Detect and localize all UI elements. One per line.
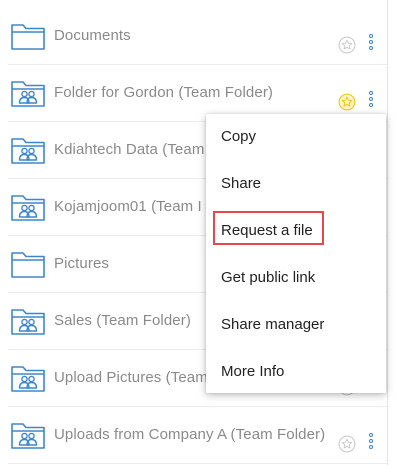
context-menu: Copy Share Request a file Get public lin… <box>206 114 386 393</box>
menu-item-label: Share <box>221 175 262 192</box>
star-icon[interactable] <box>338 36 356 54</box>
star-filled-icon[interactable] <box>338 93 356 111</box>
menu-item-label: More Info <box>221 363 285 380</box>
menu-item-share-manager[interactable]: Share manager <box>206 302 386 349</box>
folder-icon <box>10 249 46 279</box>
more-options-icon[interactable] <box>366 91 376 111</box>
team-folder-icon <box>10 306 46 336</box>
file-row[interactable]: Documents <box>0 8 387 65</box>
file-name: Documents <box>54 27 131 44</box>
menu-item-get-public-link[interactable]: Get public link <box>206 255 386 302</box>
team-folder-icon <box>10 363 46 393</box>
menu-item-share[interactable]: Share <box>206 161 386 208</box>
team-folder-icon <box>10 420 46 450</box>
menu-item-request-a-file[interactable]: Request a file <box>206 208 386 255</box>
menu-item-more-info[interactable]: More Info <box>206 349 386 396</box>
menu-item-label: Copy <box>221 128 257 145</box>
folder-icon <box>10 21 46 51</box>
menu-item-label: Share manager <box>221 316 325 333</box>
file-name: Upload Pictures (Team <box>54 369 208 386</box>
file-name: Pictures <box>54 255 109 272</box>
file-name: Sales (Team Folder) <box>54 312 191 329</box>
file-name: Folder for Gordon (Team Folder) <box>54 84 274 101</box>
file-browser-screen: Documents Folder for Gordon (Team Folder)… <box>0 0 403 465</box>
team-folder-icon <box>10 135 46 165</box>
more-options-icon[interactable] <box>366 433 376 453</box>
more-options-icon[interactable] <box>366 34 376 54</box>
file-name: Kdiahtech Data (Team <box>54 141 205 158</box>
menu-item-label: Request a file <box>221 222 313 239</box>
file-name: Uploads from Company A (Team Folder) <box>54 426 326 443</box>
row-divider <box>8 463 387 464</box>
menu-item-label: Get public link <box>221 269 316 286</box>
team-folder-icon <box>10 78 46 108</box>
team-folder-icon <box>10 192 46 222</box>
file-row[interactable]: Uploads from Company A (Team Folder) <box>0 407 387 464</box>
menu-item-copy[interactable]: Copy <box>206 114 386 161</box>
star-icon[interactable] <box>338 435 356 453</box>
scroll-edge <box>387 0 388 465</box>
file-name: Kojamjoom01 (Team I <box>54 198 202 215</box>
